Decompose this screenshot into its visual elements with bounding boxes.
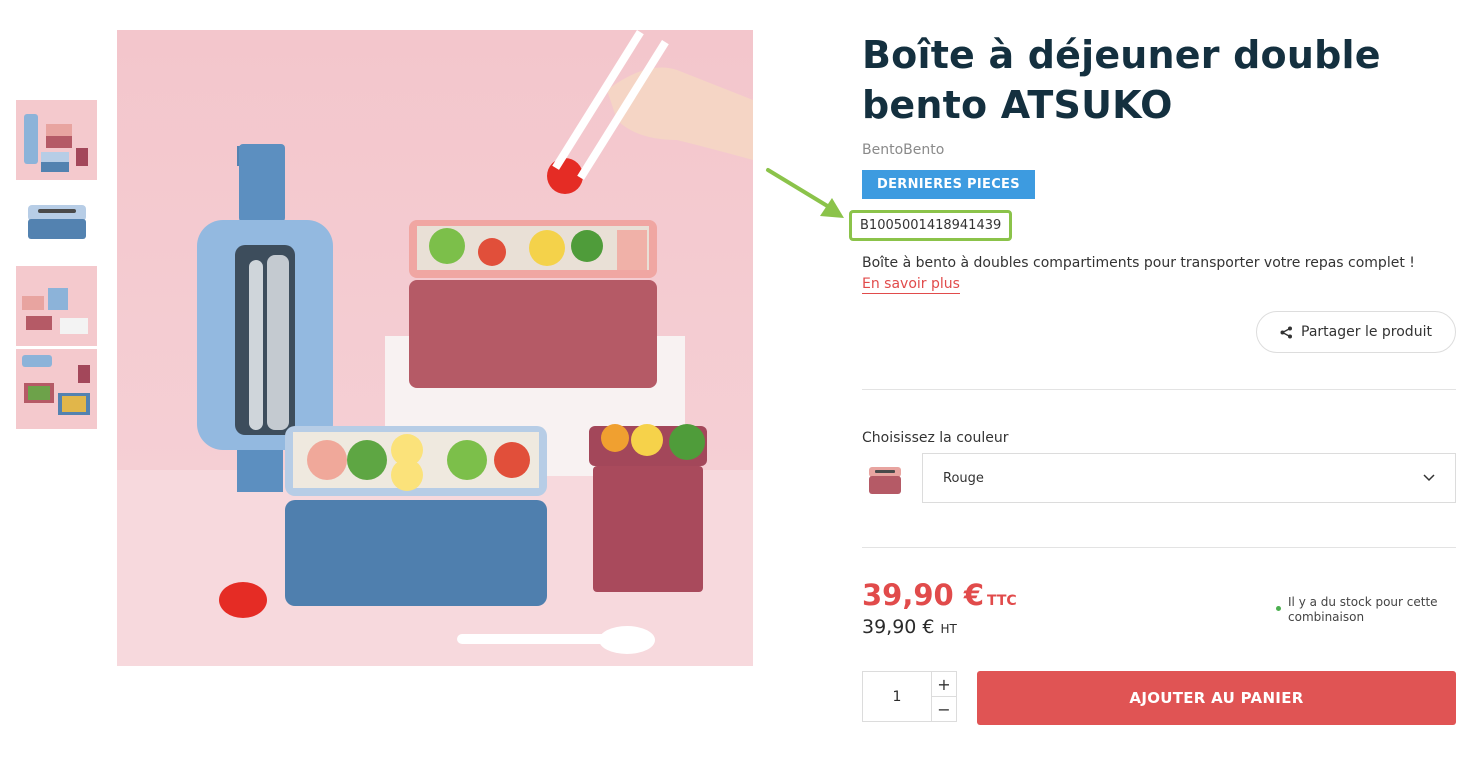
price-ttc-suffix: TTC	[987, 593, 1017, 609]
add-to-cart-button[interactable]: AJOUTER AU PANIER	[977, 671, 1456, 725]
price-ht-suffix: HT	[940, 622, 957, 636]
price-ttc-value: 39,90 €	[862, 578, 985, 612]
color-swatch[interactable]	[862, 456, 906, 500]
price-block: 39,90 € TTC 39,90 € HT Il y a du stock pou…	[862, 548, 1456, 668]
price-ht-value: 39,90 €	[862, 616, 935, 638]
color-select-value: Rouge	[943, 470, 984, 486]
product-main-image[interactable]	[117, 30, 753, 666]
quantity-input[interactable]: 1	[863, 672, 931, 721]
share-label: Partager le produit	[1301, 324, 1432, 340]
stock-badge: DERNIERES PIECES	[862, 170, 1035, 199]
thumbnail-1[interactable]	[16, 100, 97, 180]
stock-status: Il y a du stock pour cette combinaison	[1276, 595, 1456, 625]
color-selector: Choisissez la couleur Rouge	[862, 390, 1456, 503]
thumbnail-2[interactable]	[16, 183, 97, 263]
annotation-arrow-icon	[766, 168, 844, 218]
share-button[interactable]: Partager le produit	[1256, 311, 1456, 353]
product-info: Boîte à déjeuner double bento ATSUKO Ben…	[849, 30, 1456, 725]
color-select[interactable]: Rouge	[922, 453, 1456, 503]
product-description: Boîte à bento à doubles compartiments po…	[862, 253, 1456, 295]
thumbnail-4[interactable]	[16, 349, 97, 429]
quantity-increase-button[interactable]: +	[932, 672, 956, 697]
product-reference: B1005001418941439	[849, 210, 1013, 241]
product-description-text: Boîte à bento à doubles compartiments po…	[862, 255, 1415, 271]
share-row: Partager le produit	[862, 311, 1456, 361]
read-more-link[interactable]: En savoir plus	[862, 276, 960, 294]
product-title: Boîte à déjeuner double bento ATSUKO	[862, 33, 1381, 127]
stock-text: Il y a du stock pour cette combinaison	[1288, 595, 1438, 624]
product-brand[interactable]: BentoBento	[862, 142, 1456, 158]
quantity-decrease-button[interactable]: −	[932, 697, 956, 721]
thumbnail-list	[16, 100, 97, 432]
stock-dot-icon	[1276, 606, 1281, 611]
quantity-stepper: 1 + −	[862, 671, 957, 722]
color-label: Choisissez la couleur	[862, 430, 1009, 446]
add-to-cart-row: 1 + − AJOUTER AU PANIER	[862, 671, 1456, 725]
thumbnail-3[interactable]	[16, 266, 97, 346]
share-icon	[1280, 326, 1293, 338]
chevron-down-icon	[1423, 474, 1435, 482]
